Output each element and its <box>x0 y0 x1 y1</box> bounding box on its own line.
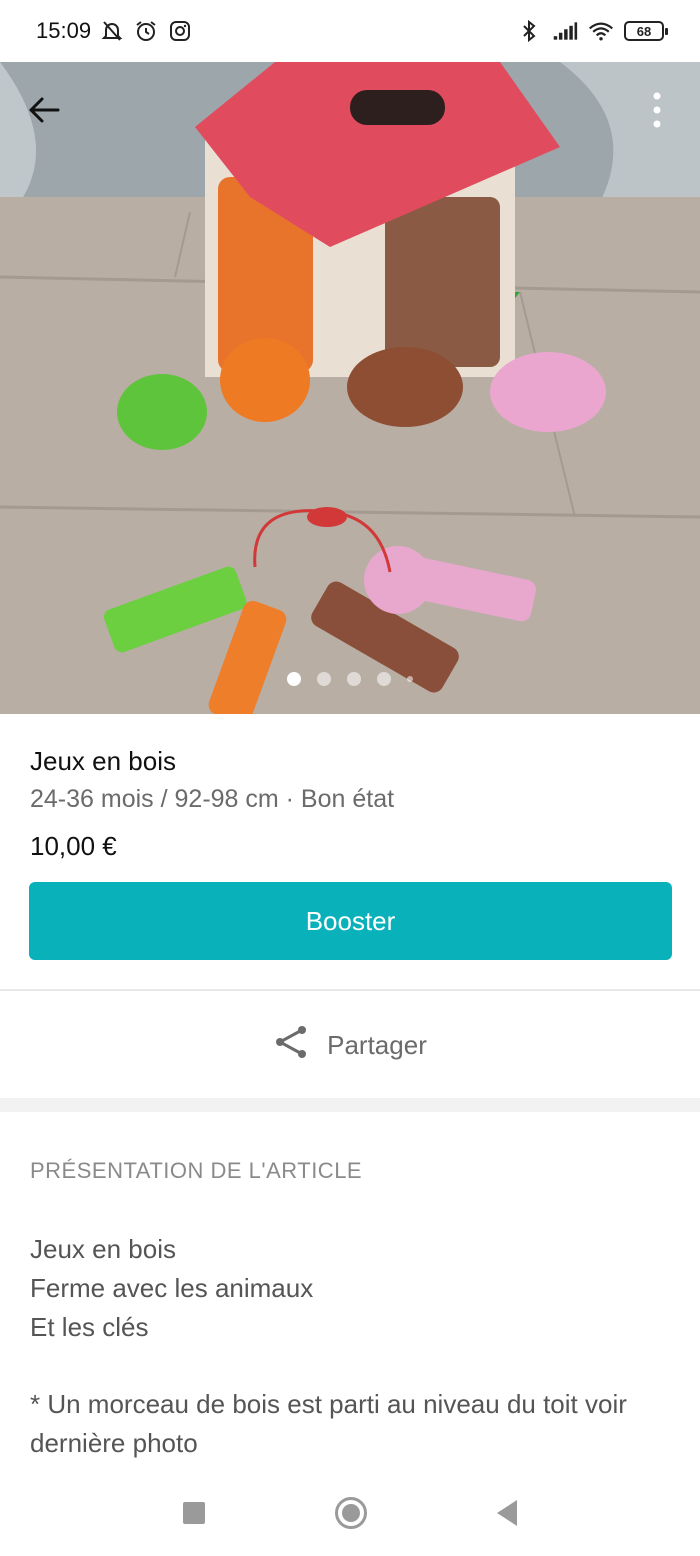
carousel-dot[interactable] <box>377 672 391 686</box>
status-time: 15:09 <box>36 18 92 43</box>
battery-icon: 68 <box>624 21 668 41</box>
carousel-indicator <box>0 672 700 686</box>
carousel-dot[interactable] <box>347 672 361 686</box>
more-options-button[interactable] <box>640 90 674 134</box>
booster-button[interactable]: Booster <box>29 882 672 960</box>
wifi-icon <box>588 18 614 44</box>
system-back-button[interactable] <box>497 1500 517 1526</box>
description-line: Ferme avec les animaux <box>30 1273 314 1303</box>
item-price: 10,00 € <box>30 831 117 861</box>
recent-apps-button[interactable] <box>183 1502 205 1524</box>
description-line: Jeux en bois <box>30 1234 176 1264</box>
item-title: Jeux en bois <box>30 746 176 776</box>
status-bar: 15:09 68 <box>0 0 700 62</box>
description-note: * Un morceau de bois est parti au niveau… <box>30 1389 627 1458</box>
share-label: Partager <box>327 1029 427 1060</box>
alarm-icon <box>133 18 159 44</box>
bluetooth-icon <box>516 18 542 44</box>
item-photo[interactable] <box>0 62 700 714</box>
carousel-dot[interactable] <box>407 676 413 682</box>
more-vertical-icon <box>653 91 661 134</box>
carousel-dot[interactable] <box>317 672 331 686</box>
description-section-title: PRÉSENTATION DE L'ARTICLE <box>30 1158 363 1183</box>
item-info: Jeux en bois 24-36 mois / 92-98 cm · Bon… <box>30 740 672 872</box>
section-separator <box>0 1098 700 1112</box>
back-button[interactable] <box>24 92 64 132</box>
battery-level: 68 <box>636 23 652 39</box>
home-button[interactable] <box>335 1497 367 1529</box>
back-arrow-icon <box>28 96 60 129</box>
system-navigation-bar <box>0 1470 700 1556</box>
item-description: Jeux en bois Ferme avec les animaux Et l… <box>30 1230 670 1463</box>
item-details: 24-36 mois / 92-98 cm · Bon état <box>30 785 395 813</box>
divider <box>0 989 700 991</box>
carousel-dot[interactable] <box>287 672 301 686</box>
share-button[interactable]: Partager <box>0 1018 700 1072</box>
share-icon <box>273 1024 309 1067</box>
description-line: Et les clés <box>30 1312 149 1342</box>
instagram-icon <box>167 18 193 44</box>
bell-off-icon <box>99 18 125 44</box>
signal-icon <box>552 18 578 44</box>
